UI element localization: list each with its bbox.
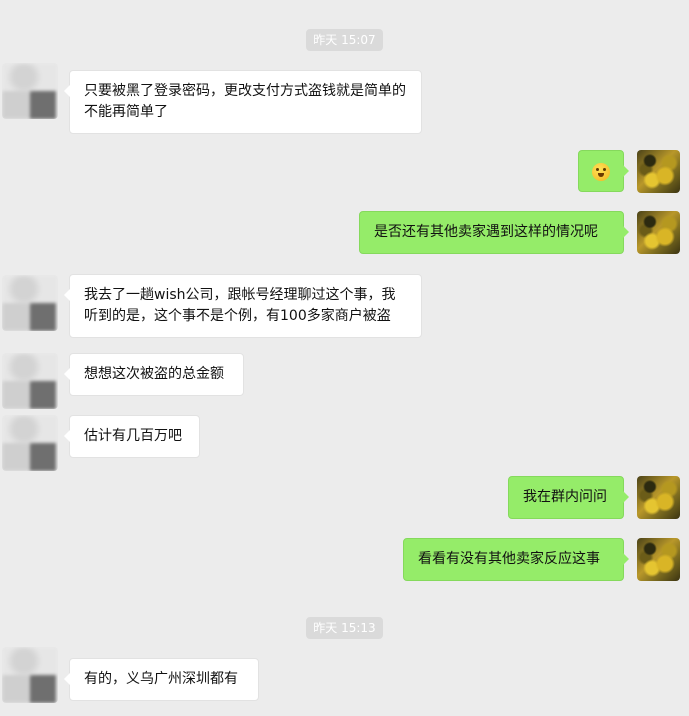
contact-avatar[interactable] (2, 647, 58, 703)
contact-avatar[interactable] (2, 275, 58, 331)
message-text: 想想这次被盗的总金额 (84, 366, 224, 382)
message-text: 是否还有其他卖家遇到这样的情况呢 (374, 224, 598, 240)
message-bubble-incoming[interactable]: 有的，义乌广州深圳都有 (64, 658, 259, 701)
message-bubble-outgoing[interactable]: 我在群内问问 (508, 476, 629, 519)
message-text: 看看有没有其他卖家反应这事 (418, 551, 600, 567)
message-text: 我在群内问问 (523, 489, 607, 505)
message-bubble-incoming[interactable]: 想想这次被盗的总金额 (64, 353, 244, 396)
emoji-face-icon (592, 163, 610, 181)
message-text: 只要被黑了登录密码，更改支付方式盗钱就是简单的不能再简单了 (84, 83, 406, 120)
message-bubble-incoming[interactable]: 我去了一趟wish公司，跟帐号经理聊过这个事，我听到的是，这个事不是个例，有10… (64, 274, 422, 338)
message-text: 估计有几百万吧 (84, 428, 182, 444)
message-text: 我去了一趟wish公司，跟帐号经理聊过这个事，我听到的是，这个事不是个例，有10… (84, 287, 396, 324)
timestamp: 昨天 15:13 (0, 617, 689, 639)
contact-avatar[interactable] (2, 353, 58, 409)
contact-avatar[interactable] (2, 63, 58, 119)
contact-avatar[interactable] (2, 415, 58, 471)
message-text: 有的，义乌广州深圳都有 (84, 671, 238, 687)
timestamp: 昨天 15:07 (0, 29, 689, 51)
message-bubble-outgoing[interactable] (578, 150, 629, 192)
timestamp-label: 昨天 15:07 (306, 29, 383, 51)
message-bubble-outgoing[interactable]: 是否还有其他卖家遇到这样的情况呢 (359, 211, 629, 254)
message-bubble-outgoing[interactable]: 看看有没有其他卖家反应这事 (403, 538, 629, 581)
timestamp-label: 昨天 15:13 (306, 617, 383, 639)
my-avatar[interactable] (637, 538, 680, 581)
my-avatar[interactable] (637, 476, 680, 519)
my-avatar[interactable] (637, 150, 680, 193)
message-bubble-incoming[interactable]: 只要被黑了登录密码，更改支付方式盗钱就是简单的不能再简单了 (64, 70, 422, 134)
message-bubble-incoming[interactable]: 估计有几百万吧 (64, 415, 200, 458)
my-avatar[interactable] (637, 211, 680, 254)
